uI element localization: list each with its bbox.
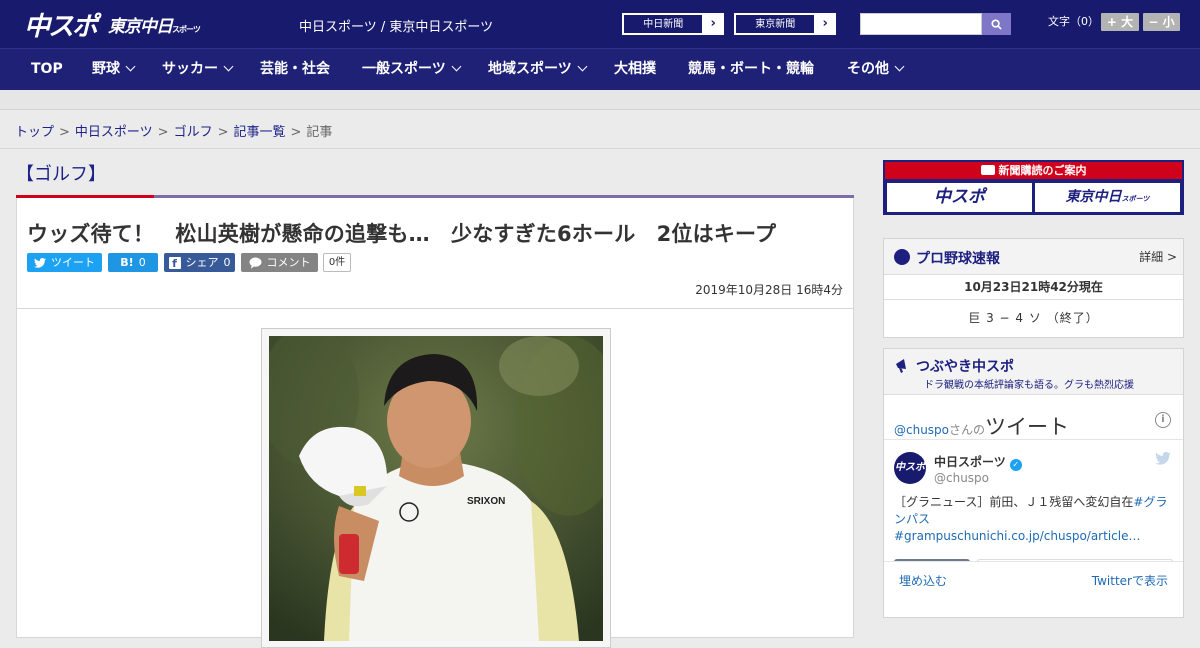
tweet-text: ［グラニュース］前田、Ｊ１残留へ変幻自在#グランパス #grampuschuni… bbox=[894, 495, 1168, 543]
twitter-bird-icon[interactable] bbox=[1155, 452, 1171, 465]
megaphone-icon bbox=[896, 359, 906, 373]
baseball-score[interactable]: 巨 3 − 4 ソ （終了） bbox=[884, 300, 1183, 336]
nav-item-general-sports[interactable]: 一般スポーツ bbox=[362, 49, 462, 90]
tweet-author-id[interactable]: @chuspo bbox=[934, 471, 989, 485]
nav-item-top[interactable]: TOP bbox=[31, 49, 63, 90]
search-input[interactable] bbox=[860, 13, 982, 35]
twitter-bird-icon bbox=[34, 257, 46, 268]
article-headline: ウッズ待て！ 松山英樹が懸命の追撃も… 少なすぎた6ホール 2位はキープ bbox=[27, 222, 777, 246]
tokyo-shimbun-link[interactable]: 東京新聞 › bbox=[734, 13, 836, 35]
tweet-button[interactable]: ツイート bbox=[27, 253, 102, 272]
nav-item-sumo[interactable]: 大相撲 bbox=[614, 49, 656, 90]
baseball-score-panel: プロ野球速報 詳細 > 10月23日21時42分現在 巨 3 − 4 ソ （終了… bbox=[883, 238, 1184, 338]
logo-chuspo: 中スポ bbox=[24, 11, 98, 42]
baseball-icon bbox=[894, 249, 910, 265]
avatar[interactable]: 中スポ bbox=[894, 452, 926, 484]
article-divider bbox=[17, 308, 853, 309]
site-logo[interactable]: 中スポ 東京中日スポーツ bbox=[24, 8, 201, 42]
logo-tokyo-chunichi: 東京中日スポーツ bbox=[108, 16, 201, 37]
search-button[interactable] bbox=[982, 13, 1011, 35]
chevron-down-icon bbox=[223, 61, 234, 72]
hatena-bookmark-button[interactable]: B! 0 bbox=[108, 253, 158, 272]
search-form bbox=[860, 13, 1011, 35]
facebook-share-button[interactable]: f シェア 0 bbox=[164, 253, 235, 272]
sub-nav-bar bbox=[0, 90, 1200, 110]
twitter-handle-link[interactable]: @chuspo bbox=[894, 423, 949, 437]
breadcrumb-golf[interactable]: ゴルフ bbox=[174, 125, 213, 140]
svg-text:SRIXON: SRIXON bbox=[467, 496, 505, 507]
breadcrumb: トップ > 中日スポーツ > ゴルフ > 記事一覧 > 記事 bbox=[15, 125, 333, 140]
breadcrumb-top[interactable]: トップ bbox=[15, 125, 54, 140]
chevron-right-icon: › bbox=[822, 16, 828, 31]
font-size-label: 文字（0） bbox=[1048, 15, 1099, 28]
article-photo-frame: SRIXON bbox=[261, 328, 611, 648]
golfer-photo-illustration: SRIXON bbox=[269, 336, 603, 641]
chevron-right-icon: › bbox=[710, 16, 716, 31]
chevron-down-icon bbox=[577, 61, 588, 72]
verified-badge-icon: ✓ bbox=[1009, 459, 1022, 471]
twitter-panel-title: つぶやき中スポ bbox=[916, 359, 1014, 375]
nav-item-baseball[interactable]: 野球 bbox=[92, 49, 136, 90]
breadcrumb-article-list[interactable]: 記事一覧 bbox=[234, 125, 286, 140]
tweet-item[interactable]: 中スポ 中日スポーツ ✓ @chuspo ［グラニュース］前田、Ｊ１残留へ変幻自在… bbox=[884, 440, 1183, 562]
view-on-twitter-link[interactable]: Twitterで表示 bbox=[1092, 572, 1168, 589]
subscribe-chuspo[interactable]: 中スポ bbox=[887, 183, 1032, 212]
search-icon bbox=[991, 18, 1002, 30]
info-icon[interactable]: i bbox=[1155, 412, 1171, 428]
article-photo[interactable]: SRIXON bbox=[269, 336, 603, 641]
breadcrumb-chunichi-sports[interactable]: 中日スポーツ bbox=[75, 125, 153, 140]
breadcrumb-current: 記事 bbox=[306, 125, 333, 140]
baseball-detail-link[interactable]: 詳細 > bbox=[1139, 248, 1177, 265]
chevron-down-icon bbox=[451, 61, 462, 72]
newspaper-icon bbox=[980, 165, 995, 175]
chevron-down-icon bbox=[894, 61, 905, 72]
site-header: 中スポ 東京中日スポーツ 中日スポーツ / 東京中日スポーツ 中日新聞 › 東京… bbox=[0, 0, 1200, 48]
nav-item-soccer[interactable]: サッカー bbox=[162, 49, 234, 90]
chevron-down-icon bbox=[125, 61, 136, 72]
subscribe-tokyo-chunichi[interactable]: 東京中日スポーツ bbox=[1035, 183, 1180, 212]
subscription-banner[interactable]: 新聞購読のご案内 中スポ 東京中日スポーツ bbox=[883, 160, 1184, 215]
baseball-timestamp: 10月23日21時42分現在 bbox=[884, 275, 1183, 300]
twitter-timeline-heading: @chuspoさんのツイート bbox=[894, 415, 1070, 439]
comment-icon bbox=[249, 256, 261, 269]
twitter-panel-subtitle: ドラ観戦の本紙評論家も語る。グラも熱烈応援 bbox=[924, 380, 1134, 391]
article-card: ウッズ待て！ 松山英樹が懸命の追撃も… 少なすぎた6ホール 2位はキープ ツイー… bbox=[16, 198, 854, 648]
nav-item-racing[interactable]: 競馬・ボート・競輪 bbox=[688, 49, 814, 90]
font-larger-button[interactable]: + 大 bbox=[1101, 13, 1139, 31]
nav-item-other[interactable]: その他 bbox=[847, 49, 905, 90]
publish-date: 2019年10月28日 16時4分 bbox=[695, 283, 843, 297]
font-smaller-button[interactable]: − 小 bbox=[1143, 13, 1180, 31]
subscription-heading: 新聞購読のご案内 bbox=[885, 162, 1182, 179]
twitter-embed-link[interactable]: 埋め込む bbox=[899, 572, 947, 589]
comment-count: 0件 bbox=[323, 253, 351, 272]
tweet-author-name[interactable]: 中日スポーツ ✓ bbox=[934, 453, 1022, 471]
chunichi-shimbun-link[interactable]: 中日新聞 › bbox=[622, 13, 724, 35]
nav-item-entertainment[interactable]: 芸能・社会 bbox=[260, 49, 330, 90]
site-name: 中日スポーツ / 東京中日スポーツ bbox=[299, 20, 494, 35]
main-nav: TOP 野球 サッカー 芸能・社会 一般スポーツ 地域スポーツ 大相撲 競馬・ボ… bbox=[0, 48, 1200, 90]
article-category: 【ゴルフ】 bbox=[16, 164, 106, 185]
breadcrumb-bar: トップ > 中日スポーツ > ゴルフ > 記事一覧 > 記事 bbox=[0, 111, 1200, 149]
nav-item-local-sports[interactable]: 地域スポーツ bbox=[488, 49, 588, 90]
baseball-panel-title: プロ野球速報 bbox=[916, 251, 1000, 267]
facebook-icon: f bbox=[168, 256, 181, 270]
twitter-panel: つぶやき中スポ ドラ観戦の本紙評論家も語る。グラも熱烈応援 @chuspoさんの… bbox=[883, 348, 1184, 618]
comment-button[interactable]: コメント bbox=[241, 253, 318, 272]
